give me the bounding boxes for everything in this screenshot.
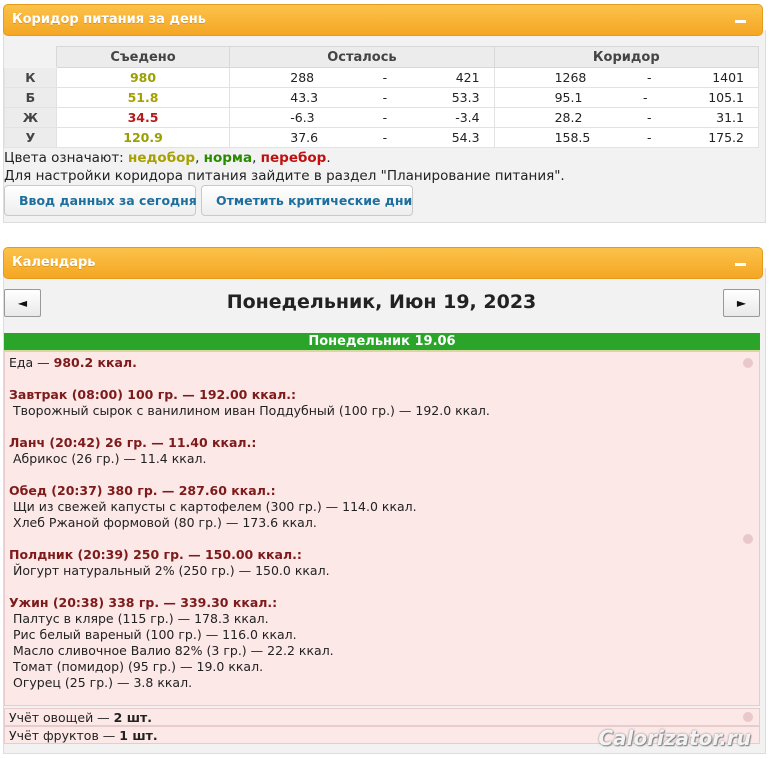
left-max: 54.3 — [451, 130, 480, 145]
left-min: -6.3 — [290, 110, 315, 125]
col-eaten: Съедено — [55, 46, 231, 68]
corner-cell — [4, 46, 57, 68]
fruits-label: Учёт фруктов — — [9, 728, 120, 743]
left-min: 43.3 — [290, 90, 319, 105]
vegetables-value: 2 шт. — [113, 710, 152, 725]
row-label: У — [4, 127, 57, 148]
legend-end: . — [326, 150, 331, 166]
list-item: Щи из свежей капусты с картофелем (300 г… — [13, 499, 417, 514]
range-sep: - — [382, 130, 388, 145]
col-corridor: Коридор — [493, 46, 760, 68]
range-sep: - — [647, 110, 652, 125]
legend-under: недобор — [128, 150, 196, 166]
list-item: Огурец (25 гр.) — 3.8 ккал. — [13, 675, 193, 690]
meal-title: Ланч (20:42) 26 гр. — 11.40 ккал.: — [9, 435, 257, 450]
vegetables-count: Учёт овощей — 2 шт. — [4, 708, 760, 726]
vegetables-label: Учёт овощей — — [9, 710, 114, 725]
circle-icon — [743, 358, 753, 368]
corridor-min: 158.5 — [554, 130, 591, 145]
corridor-max: 105.1 — [708, 90, 744, 105]
meal-title: Обед (20:37) 380 гр. — 287.60 ккал.: — [9, 483, 276, 498]
row-label: К — [4, 67, 57, 88]
list-item: Рис белый вареный (100 гр.) — 116.0 ккал… — [13, 627, 297, 642]
row-label: Б — [4, 87, 57, 108]
eaten-value: 51.8 — [55, 87, 231, 108]
mark-critical-days-button[interactable]: Отметить критические дни — [201, 185, 413, 216]
corridor-min: 1268 — [554, 70, 587, 85]
range-sep: - — [382, 110, 388, 125]
date-title: Понедельник, Июн 19, 2023 — [226, 291, 537, 313]
calendar-panel-title: Календарь — [12, 255, 96, 270]
corridor-panel-title: Коридор питания за день — [12, 12, 206, 27]
day-food-log: Еда — 980.2 ккал. Завтрак (08:00) 100 гр… — [4, 350, 760, 706]
corridor-max: 1401 — [712, 70, 744, 85]
enter-today-button[interactable]: Ввод данных за сегодня — [4, 185, 197, 216]
corridor-min: 95.1 — [554, 90, 583, 105]
eaten-value: 34.5 — [55, 107, 231, 128]
circle-icon — [743, 534, 753, 544]
circle-icon — [743, 712, 753, 722]
list-item: Абрикос (26 гр.) — 11.4 ккал. — [13, 451, 207, 466]
meal-title: Ужин (20:38) 338 гр. — 339.30 ккал.: — [9, 595, 278, 610]
calendar-panel-header[interactable]: Календарь — [3, 247, 763, 279]
list-item: Творожный сырок с ванилином иван Поддубн… — [13, 403, 490, 418]
table-row: Ж 34.5 -6.3 - -3.4 28.2 - 31.1 — [4, 107, 760, 128]
corridor-table: Съедено Осталось Коридор К 980 288 - 421 1… — [4, 46, 760, 148]
list-item: Хлеб Ржаной формовой (80 гр.) — 173.6 кк… — [13, 515, 317, 530]
legend-prefix: Цвета означают: — [4, 150, 129, 166]
left-min: 288 — [290, 70, 315, 85]
food-total-value: 980.2 ккал. — [53, 355, 137, 370]
list-item: Томат (помидор) (95 гр.) — 19.0 ккал. — [13, 659, 264, 674]
row-label: Ж — [4, 107, 57, 128]
table-row: К 980 288 - 421 1268 - 1401 — [4, 67, 760, 88]
color-legend: Цвета означают: недобор, норма, перебор. — [4, 150, 331, 166]
settings-hint: Для настройки коридора питания зайдите в… — [4, 168, 565, 184]
left-min: 37.6 — [290, 130, 319, 145]
range-sep: - — [647, 130, 652, 145]
table-row: У 120.9 37.6 - 54.3 158.5 - 175.2 — [4, 127, 760, 148]
eaten-value: 980 — [55, 67, 231, 88]
legend-sep: , — [195, 150, 204, 166]
legend-norm: норма — [203, 150, 253, 166]
meal-title: Полдник (20:39) 250 гр. — 150.00 ккал.: — [9, 547, 302, 562]
corridor-min: 28.2 — [554, 110, 583, 125]
range-sep: - — [643, 90, 648, 105]
left-max: -3.4 — [455, 110, 480, 125]
corridor-panel-header[interactable]: Коридор питания за день — [3, 4, 763, 36]
site-watermark: Calorizator.ru — [598, 726, 751, 750]
table-row: Б 51.8 43.3 - 53.3 95.1 - 105.1 — [4, 87, 760, 108]
legend-over: перебор — [260, 150, 327, 166]
fruits-value: 1 шт. — [119, 728, 158, 743]
eaten-value: 120.9 — [55, 127, 231, 148]
corridor-max: 175.2 — [708, 130, 744, 145]
next-day-button[interactable]: ► — [723, 289, 760, 317]
collapse-icon[interactable] — [735, 20, 746, 23]
range-sep: - — [382, 90, 388, 105]
left-max: 421 — [455, 70, 480, 85]
collapse-icon[interactable] — [735, 263, 746, 266]
food-total: Еда — 980.2 ккал. — [9, 355, 755, 371]
left-max: 53.3 — [451, 90, 480, 105]
meal-title: Завтрак (08:00) 100 гр. — 192.00 ккал.: — [9, 387, 297, 402]
list-item: Масло сливочное Валио 82% (3 гр.) — 22.2… — [13, 643, 334, 658]
range-sep: - — [647, 70, 652, 85]
day-header[interactable]: Понедельник 19.06 — [4, 333, 760, 350]
col-left: Осталось — [229, 46, 495, 68]
list-item: Палтус в кляре (115 гр.) — 178.3 ккал. — [13, 611, 269, 626]
corridor-max: 31.1 — [716, 110, 744, 125]
legend-sep: , — [252, 150, 261, 166]
food-total-label: Еда — — [9, 355, 54, 370]
range-sep: - — [382, 70, 388, 85]
list-item: Йогурт натуральный 2% (250 гр.) — 150.0 … — [13, 563, 330, 578]
